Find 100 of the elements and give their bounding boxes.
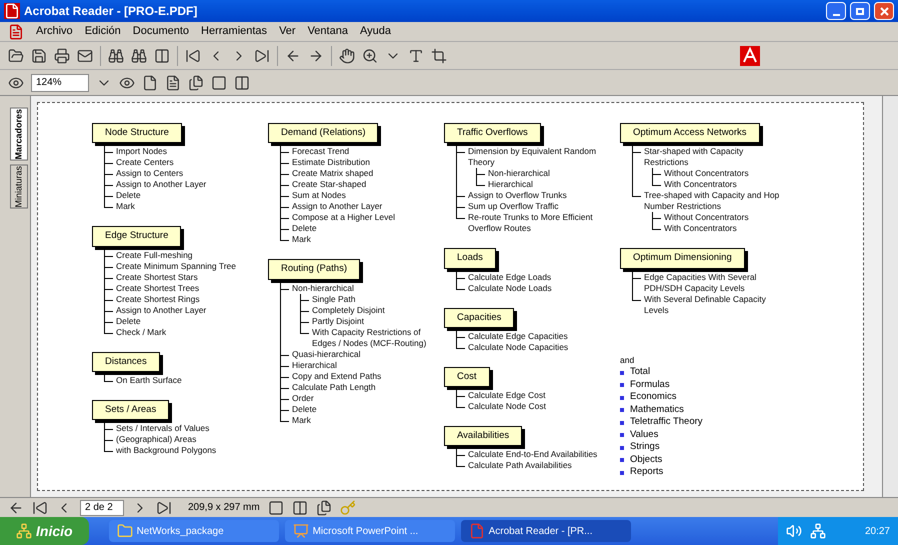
tree-item: Assign to Centers [116,168,184,180]
tree-item: Create Shortest Rings [116,294,200,304]
first-page-icon[interactable] [32,500,48,516]
text-select-icon[interactable] [408,48,424,64]
tree-item: Partly Disjoint [312,316,364,326]
tree-item: Star-shaped with Capacity Restrictions [644,146,744,168]
tree-item: Create Shortest Stars [116,272,198,282]
zoom-icon[interactable] [362,48,378,64]
folder-icon [116,523,133,539]
tree-item: Calculate Path Availabilities [468,460,572,472]
close-icon [880,6,888,16]
tree-item: With Capacity Restrictions of Edges / Nodes (MCF-Routing) [312,326,428,348]
open-folder-icon[interactable] [8,48,24,64]
tree-item: Assign to Another Layer [116,179,206,190]
minimize-button[interactable] [826,2,846,20]
binoculars-icon[interactable] [131,48,147,64]
network-icon[interactable] [810,523,826,539]
document-icon [8,24,24,40]
list-item: Objects [630,452,662,467]
page-field[interactable]: 2 de 2 [80,500,124,516]
last-page-icon[interactable] [254,48,270,64]
tree-item: Compose at a Higher Level [292,212,396,224]
tree-item: Mark [116,201,135,212]
bullet-icon [620,470,624,474]
tree-item: Delete [116,190,141,202]
tree-item: Calculate Path Length [292,382,376,392]
presentation-icon [292,523,309,539]
side-tab[interactable]: Marcadores [10,108,28,161]
taskbar-button[interactable]: NetWorks_package [108,520,279,542]
tree-item: Delete [116,316,141,326]
tree-item: Non-hierarchical [488,168,550,180]
app-icon [4,3,20,19]
menu-item[interactable]: Ayuda [360,23,391,40]
side-tab[interactable]: Miniaturas [10,164,28,208]
list-item: Total [630,365,650,380]
tree-item: With Concentrators [664,223,737,234]
tree-item: Sum at Nodes [292,190,346,202]
last-page-icon[interactable] [156,500,172,516]
restore-button[interactable] [850,2,870,20]
crop-icon[interactable] [431,48,447,64]
tree-item: Check / Mark [116,326,166,338]
menu-item[interactable]: Ver [279,23,296,40]
tree-item: Order [292,392,314,404]
tree-item: Mark [292,414,311,426]
section-heading: Capacities [444,308,514,328]
tree-item: Calculate Edge Loads [468,272,552,282]
section-heading: Node Structure [92,123,182,144]
mail-icon[interactable] [77,48,93,64]
tree-item: Calculate Node Loads [468,282,552,294]
menu-item[interactable]: Herramientas [201,23,268,40]
tree-item: Mark [292,234,311,246]
menu-item[interactable]: Archivo [36,23,73,40]
list-item: Mathematics [630,402,684,417]
taskbar-button[interactable]: Acrobat Reader - [PR... [460,520,631,542]
tree-item: Forecast Trend [292,146,350,158]
menu-item[interactable]: Ventana [308,23,348,40]
list-item: Formulas [630,378,670,392]
speaker-icon[interactable] [786,523,802,539]
tree-item: With Concentrators [664,179,737,190]
tree-item: Estimate Distribution [292,157,370,168]
tree-item: Without Concentrators [664,212,749,224]
clock: 20:27 [864,524,890,538]
section-heading: Demand (Relations) [268,123,378,144]
tree-item: Without Concentrators [664,168,749,180]
tree-item: Create Centers [116,157,174,168]
bullet-icon [620,433,624,437]
bullet-icon [620,420,624,424]
list-heading: and [620,354,636,366]
hand-icon[interactable] [339,48,355,64]
scrollbar[interactable] [882,96,898,497]
first-page-icon[interactable] [185,48,201,64]
tree-item: Dimension by Equivalent Random Theory [468,146,598,168]
fit-page-icon[interactable] [165,74,181,90]
printer-icon[interactable] [54,48,70,64]
bullet-icon [620,408,624,412]
tree-item: Tree-shaped with Capacity and Hop Number Restrictions [644,190,780,212]
panel-icon[interactable] [154,48,170,64]
close-button[interactable] [874,2,894,20]
tree-item: With Several Definable Capacity Levels [644,294,767,316]
tree-item: Create Shortest Trees [116,282,200,294]
list-item: Strings [630,440,660,454]
start-button[interactable]: Inicio [0,517,89,545]
bullet-icon [620,446,624,450]
bullet-icon [620,383,624,387]
tree-item: Re-route Trunks to More Efficient Overflow Routes [468,212,594,234]
actual-size-icon[interactable] [142,74,158,90]
zoom-field[interactable]: 124% [31,74,89,92]
menu-item[interactable]: Edición [84,23,121,40]
tree-item: Assign to Another Layer [116,304,206,316]
taskbar-button[interactable]: Microsoft PowerPoint ... [284,520,455,542]
section-heading: Availabilities [444,426,522,446]
tree-item: Hierarchical [488,179,533,190]
tree-item: Delete [292,404,317,414]
single-page-icon[interactable] [268,500,284,516]
menu-item[interactable]: Documento [132,23,190,40]
section-heading: Distances [92,352,160,372]
save-icon[interactable] [31,48,47,64]
tree-item: (Geographical) Areas [116,434,196,445]
tree-item: Edge Capacities With Several PDH/SDH Capacity Levels [644,272,758,294]
binoculars-icon[interactable] [108,48,124,64]
